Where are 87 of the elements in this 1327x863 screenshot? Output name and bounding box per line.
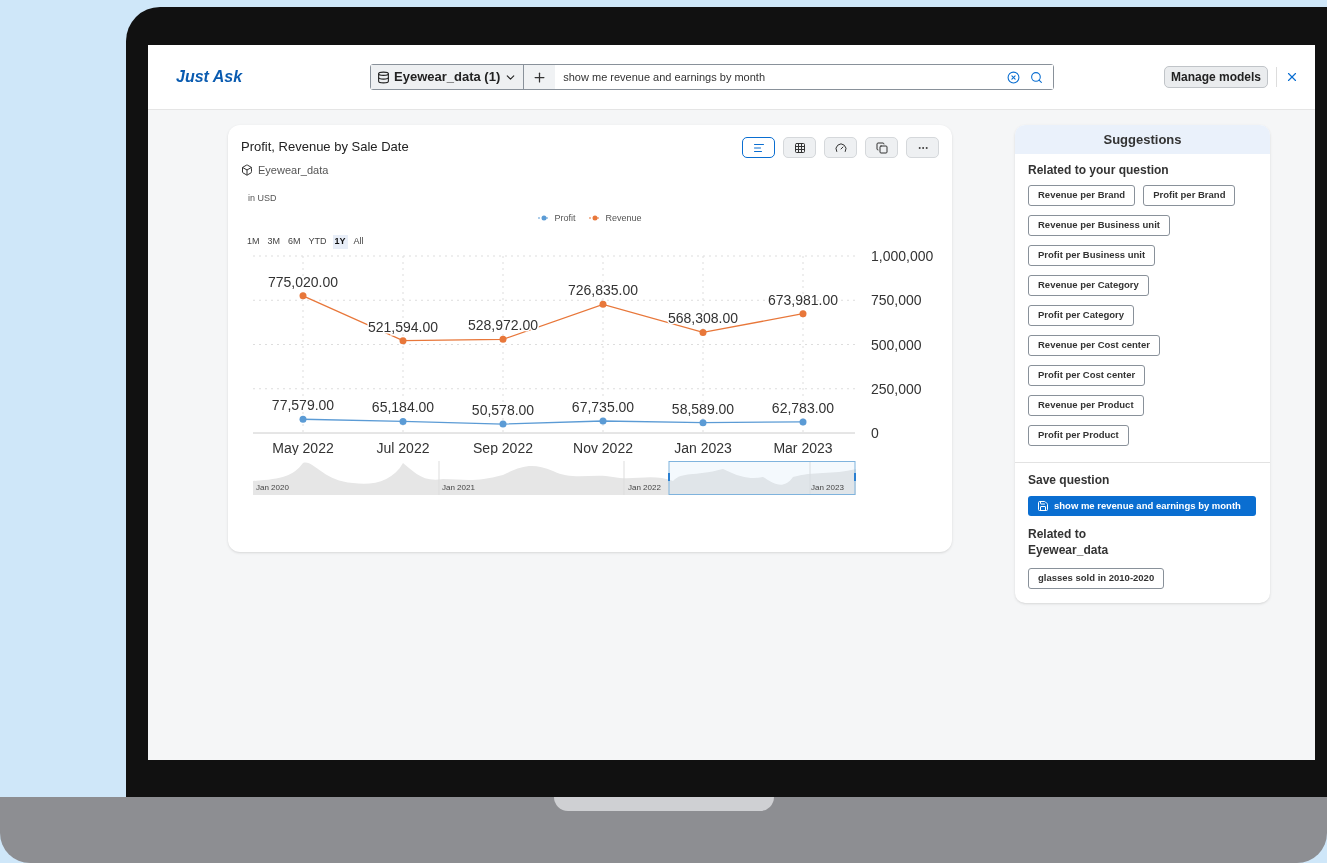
suggestion-chip[interactable]: Revenue per Cost center — [1028, 335, 1160, 356]
gauge-view-button[interactable] — [824, 137, 857, 158]
range-button[interactable]: YTD — [306, 235, 329, 249]
range-button[interactable]: 3M — [265, 235, 283, 249]
data-label: 50,578.00 — [471, 402, 535, 419]
clear-icon[interactable] — [1007, 70, 1020, 84]
data-point — [599, 417, 607, 425]
suggestion-chip[interactable]: Profit per Cost center — [1028, 365, 1146, 386]
grid-icon — [793, 141, 806, 154]
section-heading: Related to your question — [1028, 162, 1170, 179]
axis-label: Nov 2022 — [573, 440, 633, 455]
legend-label: Profit — [554, 211, 576, 225]
chart-view-button[interactable] — [742, 137, 775, 158]
data-label: 58,589.00 — [671, 400, 735, 417]
legend-label: Revenue — [605, 211, 642, 225]
range-button[interactable]: 6M — [286, 235, 303, 249]
suggestion-chip[interactable]: glasses sold in 2010-2020 — [1028, 567, 1165, 589]
copy-view-button[interactable] — [865, 137, 898, 158]
legend-marker-icon — [589, 215, 602, 222]
copy-icon — [875, 141, 888, 154]
navigator-label: Jan 2020 — [256, 482, 289, 494]
add-icon[interactable] — [532, 69, 548, 85]
card-title: Profit, Revenue by Sale Date — [241, 138, 409, 156]
data-label: 62,783.00 — [771, 399, 835, 416]
suggestion-chip[interactable]: Revenue per Brand — [1028, 185, 1136, 206]
axis-label: 750,000 — [871, 292, 922, 309]
suggestion-chip[interactable]: Revenue per Business unit — [1028, 215, 1170, 236]
data-label: 528,972.00 — [467, 317, 539, 334]
suggestion-chip[interactable]: Profit per Business unit — [1028, 245, 1156, 266]
navigator-label: Jan 2022 — [628, 482, 661, 494]
data-point — [799, 310, 807, 318]
gauge-icon — [834, 141, 847, 154]
axis-label: Sep 2022 — [473, 440, 533, 455]
cube-icon — [241, 163, 253, 176]
data-point — [399, 337, 407, 345]
axis-label: 0 — [871, 425, 879, 441]
range-button[interactable]: All — [351, 235, 366, 249]
suggestion-chip[interactable]: Profit per Product — [1028, 425, 1129, 446]
dataset-dropdown[interactable]: Eyewear_data (1) — [371, 65, 525, 89]
data-label: 521,594.00 — [367, 318, 439, 335]
bar-chart-icon — [752, 141, 765, 154]
suggestion-chip[interactable]: Profit per Brand — [1143, 185, 1236, 206]
suggestion-chip[interactable]: Revenue per Product — [1028, 395, 1144, 416]
section-heading: Save question — [1028, 472, 1111, 489]
unit-label: in USD — [248, 192, 277, 205]
database-icon — [377, 70, 390, 84]
navigator-label: Jan 2023 — [811, 482, 844, 494]
axis-label: May 2022 — [272, 440, 334, 455]
data-point — [699, 419, 707, 427]
data-point — [699, 328, 707, 336]
data-point — [299, 415, 307, 423]
navigator-label: Jan 2021 — [442, 482, 475, 494]
data-label: 568,308.00 — [667, 310, 739, 327]
app-title: Just Ask — [176, 67, 244, 87]
axis-label: Jul 2022 — [376, 440, 430, 455]
legend-marker-icon — [538, 215, 551, 222]
data-label: 673,981.00 — [767, 291, 839, 308]
axis-label: Jan 2023 — [674, 440, 732, 455]
manage-models-button[interactable]: Manage models — [1163, 66, 1268, 88]
suggestion-chip[interactable]: Profit per Category — [1028, 305, 1135, 326]
axis-label: 1,000,000 — [871, 248, 934, 264]
save-icon — [1037, 500, 1049, 512]
dataset-name: Eyewear_data — [258, 162, 329, 178]
axis-label: Mar 2023 — [773, 440, 833, 455]
data-label: 65,184.00 — [371, 399, 435, 416]
range-button[interactable]: 1M — [245, 235, 262, 249]
close-icon[interactable] — [1285, 70, 1299, 84]
data-point — [499, 335, 507, 343]
save-question-button[interactable]: show me revenue and earnings by month — [1028, 496, 1256, 516]
range-button[interactable]: 1Y — [332, 235, 348, 249]
data-point — [399, 417, 407, 425]
data-point — [299, 292, 307, 300]
axis-label: 250,000 — [871, 380, 922, 397]
search-icon[interactable] — [1030, 70, 1043, 84]
data-label: 775,020.00 — [267, 273, 339, 290]
section-heading: Related to Eyewear_data — [1028, 526, 1110, 558]
data-label: 67,735.00 — [571, 399, 635, 415]
data-point — [799, 418, 807, 426]
query-field[interactable]: show me revenue and earnings by month — [555, 65, 1007, 89]
data-label: 726,835.00 — [567, 282, 639, 299]
suggestion-chip[interactable]: Revenue per Category — [1028, 275, 1149, 296]
panel-title: Suggestions — [1103, 130, 1182, 149]
data-label: 77,579.00 — [271, 397, 335, 414]
data-point — [599, 300, 607, 308]
table-view-button[interactable] — [783, 137, 816, 158]
data-point — [499, 420, 507, 428]
axis-label: 500,000 — [871, 336, 922, 353]
